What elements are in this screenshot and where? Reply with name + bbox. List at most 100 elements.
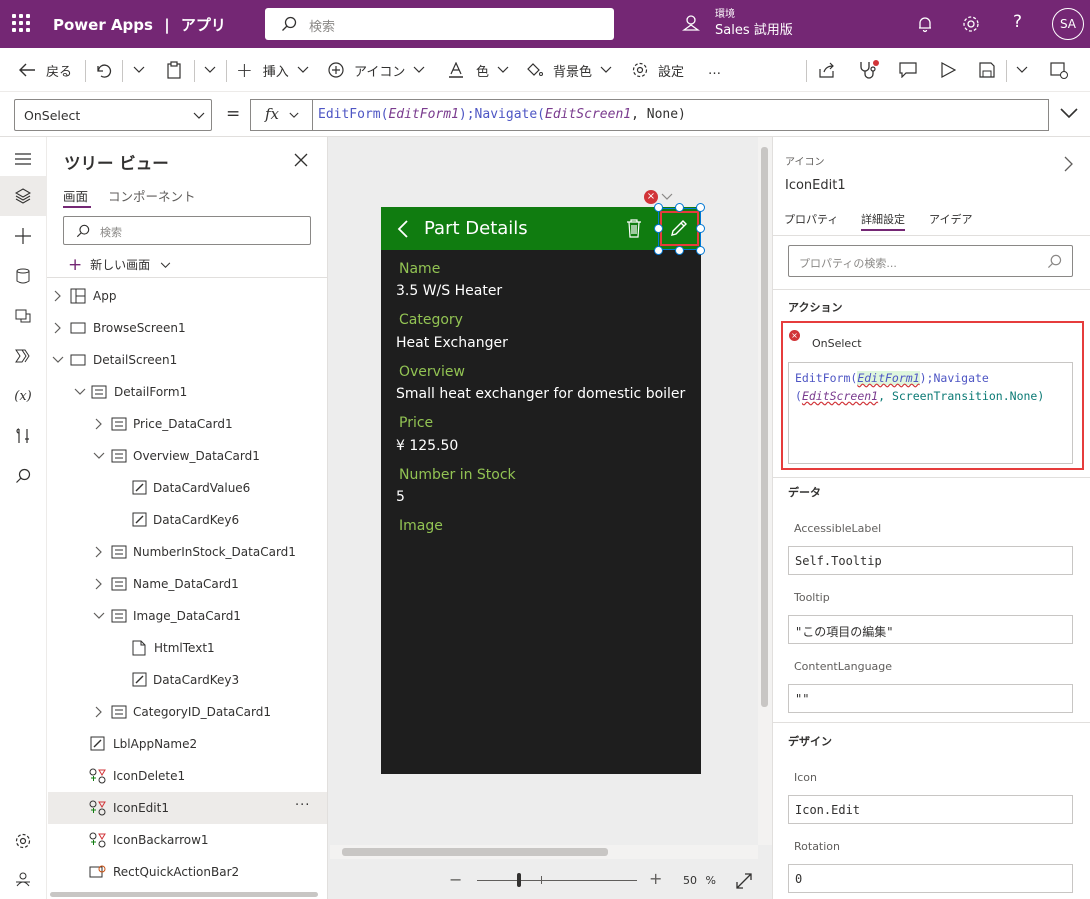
tree-item-icondelete1[interactable]: IconDelete1 (48, 760, 327, 792)
fit-to-window-icon[interactable] (736, 873, 752, 889)
expand-formula-icon[interactable] (1060, 108, 1078, 119)
tree-horizontal-scrollbar[interactable] (50, 892, 318, 897)
environment-name[interactable]: Sales 試用版 (715, 19, 793, 38)
tree-item-detailscreen1[interactable]: DetailScreen1 (48, 344, 327, 376)
resize-handle[interactable] (696, 246, 705, 255)
search-icon (76, 224, 90, 238)
tree-item-datacardkey6[interactable]: DataCardKey6 (48, 504, 327, 536)
power-automate-icon[interactable] (0, 336, 46, 376)
chevron-down-icon[interactable] (1016, 66, 1028, 74)
insert-plus-icon[interactable] (0, 216, 46, 256)
paste-icon[interactable] (166, 61, 182, 79)
settings-gear-icon[interactable] (0, 821, 46, 861)
icon-property-input[interactable]: Icon.Edit (788, 795, 1073, 824)
resize-handle[interactable] (654, 246, 663, 255)
rotation-input[interactable]: 0 (788, 864, 1073, 893)
content-language-input[interactable]: "" (788, 684, 1073, 713)
comment-icon[interactable] (899, 62, 917, 78)
tree-item-overview-datacard1[interactable]: Overview_DataCard1 (48, 440, 327, 472)
tab-advanced[interactable]: 詳細設定 (861, 211, 905, 231)
icon-menu[interactable]: アイコン (328, 48, 425, 92)
publish-icon[interactable] (1050, 61, 1068, 79)
tree-item-categoryid-datacard1[interactable]: CategoryID_DataCard1 (48, 696, 327, 728)
trash-icon[interactable] (626, 219, 642, 238)
property-dropdown[interactable]: OnSelect (14, 99, 212, 131)
tree-item-lblappname2[interactable]: LblAppName2 (48, 728, 327, 760)
virtual-agent-icon[interactable] (0, 859, 46, 899)
resize-handle[interactable] (675, 246, 684, 255)
chevron-down-icon[interactable] (204, 66, 216, 74)
tree-search-input[interactable]: 検索 (63, 216, 311, 245)
tree-item-iconbackarrow1[interactable]: IconBackarrow1 (48, 824, 327, 856)
play-icon[interactable] (940, 62, 956, 78)
chevron-down-icon[interactable] (661, 193, 673, 201)
tab-components[interactable]: コンポーネント (108, 186, 196, 205)
layers-icon[interactable] (0, 176, 46, 216)
fx-button[interactable]: fx (250, 99, 312, 131)
back-button[interactable]: 戻る (18, 48, 72, 92)
resize-handle[interactable] (654, 224, 663, 233)
tree-item-iconedit1[interactable]: IconEdit1 ··· (48, 792, 327, 824)
new-screen-button[interactable]: + 新しい画面 (68, 254, 171, 275)
zoom-slider-track[interactable] (477, 880, 637, 881)
edit-pencil-icon[interactable] (669, 218, 689, 238)
error-icon[interactable]: × (644, 190, 658, 204)
zoom-in-button[interactable]: + (649, 869, 662, 888)
tree-item-htmltext1[interactable]: HtmlText1 (48, 632, 327, 664)
background-color-menu[interactable]: 背景色 (525, 48, 612, 92)
tree-item-name-datacard1[interactable]: Name_DataCard1 (48, 568, 327, 600)
tree-item-browsescreen1[interactable]: BrowseScreen1 (48, 312, 327, 344)
resize-handle[interactable] (675, 203, 684, 212)
search-icon[interactable] (0, 456, 46, 496)
resize-handle[interactable] (654, 203, 663, 212)
resize-handle[interactable] (696, 203, 705, 212)
tooltip-input[interactable]: "この項目の編集" (788, 615, 1073, 644)
tree-item-image-datacard1[interactable]: Image_DataCard1 (48, 600, 327, 632)
menu-icon[interactable] (0, 139, 46, 179)
tree-item-app[interactable]: App (48, 280, 327, 312)
canvas-vertical-scrollbar[interactable] (758, 137, 772, 845)
color-menu[interactable]: 色 (448, 48, 509, 92)
tree-item-datacardkey3[interactable]: DataCardKey3 (48, 664, 327, 696)
onselect-formula-editor[interactable]: EditForm(EditForm1);Navigate (EditScreen1… (788, 362, 1073, 464)
tools-icon[interactable] (0, 416, 46, 456)
more-options-button[interactable]: ··· (295, 798, 310, 813)
user-avatar[interactable]: SA (1052, 8, 1084, 40)
tree-item-detailform1[interactable]: DetailForm1 (48, 376, 327, 408)
tab-properties[interactable]: プロパティ (784, 211, 838, 227)
stethoscope-icon[interactable] (858, 60, 880, 80)
settings-button[interactable]: 設定 (632, 48, 684, 92)
back-arrow-icon[interactable] (397, 219, 409, 239)
scrollbar-thumb[interactable] (342, 848, 608, 856)
variables-icon[interactable]: (x) (0, 376, 46, 416)
zoom-slider-thumb[interactable] (517, 873, 521, 887)
tree-item-price-datacard1[interactable]: Price_DataCard1 (48, 408, 327, 440)
data-icon[interactable] (0, 256, 46, 296)
formula-input[interactable]: EditForm(EditForm1);Navigate(EditScreen1… (312, 99, 1049, 131)
scrollbar-thumb[interactable] (761, 147, 768, 707)
accessible-label-input[interactable]: Self.Tooltip (788, 546, 1073, 575)
more-commands-button[interactable]: … (708, 48, 721, 92)
chevron-right-icon[interactable] (1064, 156, 1073, 172)
help-icon[interactable]: ? (1013, 12, 1022, 32)
share-icon[interactable] (818, 61, 836, 79)
close-icon[interactable] (294, 153, 308, 167)
media-icon[interactable] (0, 296, 46, 336)
tab-ideas[interactable]: アイデア (929, 211, 972, 227)
bell-icon[interactable] (916, 15, 934, 33)
gear-icon[interactable] (962, 15, 980, 33)
app-launcher-icon[interactable] (12, 14, 30, 32)
tree-item-numberinstock-datacard1[interactable]: NumberInStock_DataCard1 (48, 536, 327, 568)
undo-icon[interactable] (96, 62, 112, 78)
tab-screens[interactable]: 画面 (63, 186, 91, 208)
tree-item-datacardvalue6[interactable]: DataCardValue6 (48, 472, 327, 504)
global-search-input[interactable]: 検索 (265, 8, 614, 40)
save-icon[interactable] (979, 62, 995, 78)
property-search-input[interactable]: プロパティの検索... (788, 245, 1073, 277)
insert-menu[interactable]: + 挿入 (236, 48, 309, 92)
chevron-down-icon[interactable] (133, 66, 145, 74)
zoom-out-button[interactable]: − (449, 870, 462, 889)
resize-handle[interactable] (696, 224, 705, 233)
canvas-horizontal-scrollbar[interactable] (330, 845, 758, 859)
tree-item-rectquickactionbar2[interactable]: RectQuickActionBar2 (48, 856, 327, 888)
